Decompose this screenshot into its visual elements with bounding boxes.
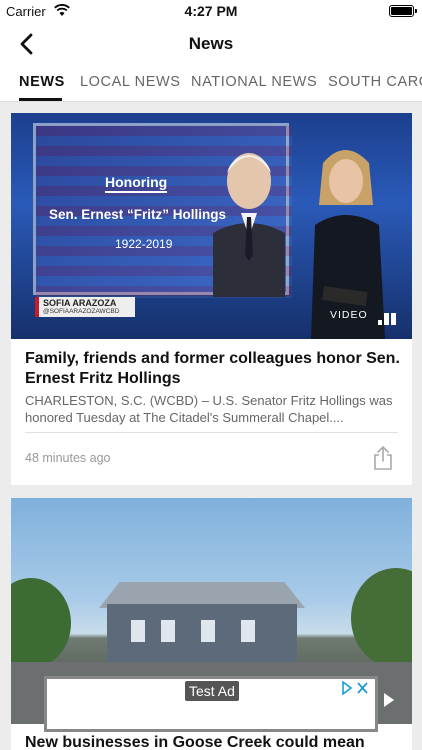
- article-thumbnail-video[interactable]: Honoring Sen. Ernest “Fritz” Hollings 19…: [11, 113, 412, 339]
- reporter-name: SOFIA ARAZOZA: [43, 298, 117, 308]
- ad-banner[interactable]: Test Ad: [44, 676, 378, 732]
- lower-third-accent: [35, 297, 39, 317]
- article-title[interactable]: Family, friends and former colleagues ho…: [25, 349, 401, 389]
- share-icon[interactable]: [371, 445, 395, 471]
- reporter-lower-third: SOFIA ARAZOZA @SOFIAARAZOZAWCBD: [35, 297, 135, 317]
- article-card[interactable]: Honoring Sen. Ernest “Fritz” Hollings 19…: [11, 113, 412, 485]
- window: [131, 620, 145, 642]
- page-title: News: [188, 34, 234, 53]
- nav-bar: News: [0, 22, 422, 66]
- window: [241, 620, 255, 642]
- window: [161, 620, 175, 642]
- graphic-name: Sen. Ernest “Fritz” Hollings: [49, 207, 227, 222]
- tab-news[interactable]: NEWS: [19, 74, 65, 90]
- senator-portrait: [213, 153, 285, 297]
- clock: 4:27 PM: [184, 3, 238, 19]
- card-divider: [25, 432, 398, 433]
- status-bar: Carrier 4:27 PM: [0, 0, 422, 22]
- tab-national-news[interactable]: NATIONAL NEWS: [191, 74, 317, 90]
- tree: [11, 578, 71, 668]
- graphic-heading: Honoring: [105, 174, 168, 193]
- tab-local-news[interactable]: LOCAL NEWS: [80, 74, 181, 90]
- article-summary: CHARLESTON, S.C. (WCBD) – U.S. Senator F…: [25, 393, 393, 425]
- active-tab-indicator: [19, 98, 62, 101]
- ad-choices-icon[interactable]: [341, 681, 369, 695]
- battery-icon: [389, 5, 417, 17]
- tree: [351, 568, 412, 668]
- ad-label: Test Ad: [185, 681, 239, 701]
- window: [201, 620, 215, 642]
- article-title[interactable]: New businesses in Goose Creek could mean: [25, 734, 365, 750]
- category-tabs: NEWS LOCAL NEWS NATIONAL NEWS SOUTH CARO: [0, 66, 422, 102]
- audio-bars-icon: [378, 313, 396, 325]
- graphic-years: 1922-2019: [115, 237, 173, 251]
- tab-south-carolina[interactable]: SOUTH CARO: [328, 74, 422, 90]
- article-timestamp: 48 minutes ago: [25, 451, 111, 465]
- video-badge: VIDEO: [330, 309, 368, 321]
- play-icon[interactable]: [383, 692, 395, 708]
- reporter-handle: @SOFIAARAZOZAWCBD: [43, 308, 120, 315]
